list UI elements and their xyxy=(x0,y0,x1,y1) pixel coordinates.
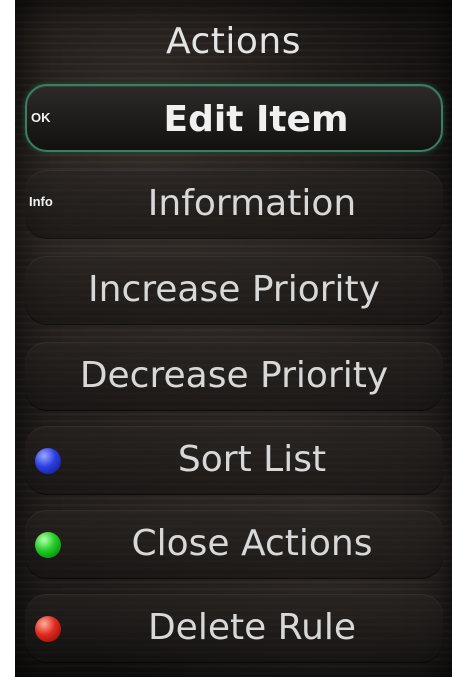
menu-item-decrease-priority[interactable]: Decrease Priority xyxy=(25,342,443,410)
menu-item-sort-list[interactable]: Sort List xyxy=(25,426,443,494)
menu-item-increase-priority[interactable]: Increase Priority xyxy=(25,256,443,324)
menu-item-delete-rule[interactable]: Delete Rule xyxy=(25,594,443,662)
actions-panel: Actions OK Edit Item Info Information In… xyxy=(15,0,452,677)
menu-item-label: Delete Rule xyxy=(147,607,357,648)
menu-item-edit-item[interactable]: OK Edit Item xyxy=(25,84,443,152)
menu-item-label: Close Actions xyxy=(131,523,373,564)
green-button-icon xyxy=(35,532,61,558)
menu-item-label: Information xyxy=(147,183,357,224)
red-button-icon xyxy=(35,616,61,642)
menu-item-label: Edit Item xyxy=(163,99,349,140)
menu-item-label: Increase Priority xyxy=(88,269,380,310)
menu-item-close-actions[interactable]: Close Actions xyxy=(25,510,443,578)
menu-item-label: Decrease Priority xyxy=(79,355,389,396)
menu-item-information[interactable]: Info Information xyxy=(25,170,443,238)
blue-button-icon xyxy=(35,448,61,474)
info-key-icon: Info xyxy=(29,194,53,209)
ok-key-icon: OK xyxy=(31,110,51,125)
panel-title: Actions xyxy=(165,21,301,62)
menu-item-label: Sort List xyxy=(177,439,327,480)
